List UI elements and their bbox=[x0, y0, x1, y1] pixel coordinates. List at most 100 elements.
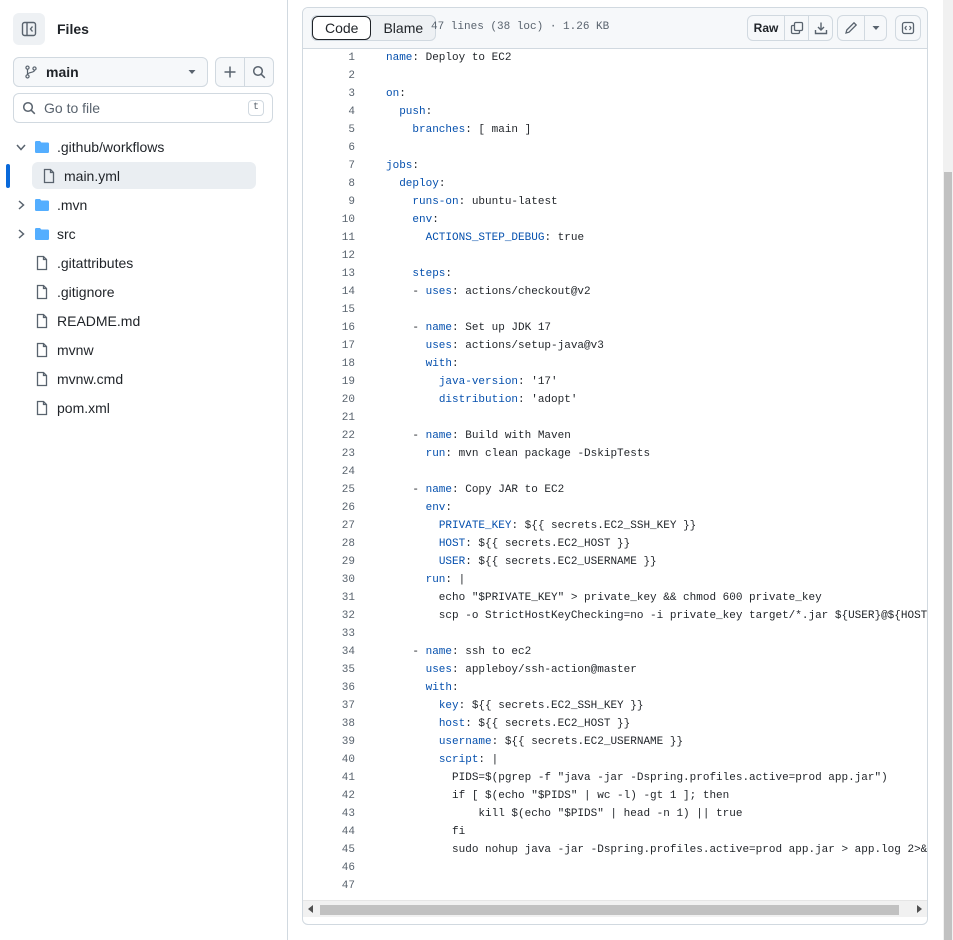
line-number[interactable]: 45 bbox=[303, 841, 355, 859]
collapse-sidebar-button[interactable] bbox=[13, 13, 45, 45]
tab-blame[interactable]: Blame bbox=[371, 16, 435, 40]
go-to-file-field[interactable]: t bbox=[13, 93, 273, 123]
line-number[interactable]: 22 bbox=[303, 427, 355, 445]
code-line: 3 on: bbox=[303, 85, 927, 103]
scroll-right-arrow-icon[interactable] bbox=[917, 905, 922, 913]
line-number[interactable]: 21 bbox=[303, 409, 355, 427]
scroll-left-arrow-icon[interactable] bbox=[308, 905, 313, 913]
line-number[interactable]: 23 bbox=[303, 445, 355, 463]
line-number[interactable]: 41 bbox=[303, 769, 355, 787]
code-line: 46 bbox=[303, 859, 927, 877]
branch-selector[interactable]: main bbox=[13, 57, 208, 87]
tree-item-label: src bbox=[57, 226, 76, 242]
line-number[interactable]: 1 bbox=[303, 49, 355, 67]
line-number[interactable]: 43 bbox=[303, 805, 355, 823]
line-number[interactable]: 39 bbox=[303, 733, 355, 751]
code-text: run: mvn clean package -DskipTests bbox=[425, 448, 651, 460]
file-toolbar: Code Blame 47 lines (38 loc) · 1.26 KB R… bbox=[303, 8, 927, 49]
line-number[interactable]: 7 bbox=[303, 157, 355, 175]
line-number[interactable]: 44 bbox=[303, 823, 355, 841]
chevron-right-icon[interactable] bbox=[15, 199, 27, 211]
line-number[interactable]: 47 bbox=[303, 877, 355, 895]
yaml-key: key bbox=[438, 700, 459, 712]
line-number[interactable]: 19 bbox=[303, 373, 355, 391]
line-number[interactable]: 13 bbox=[303, 265, 355, 283]
page-vertical-scrollbar[interactable] bbox=[943, 0, 953, 940]
tree-item-label: .gitignore bbox=[57, 284, 115, 300]
line-number[interactable]: 14 bbox=[303, 283, 355, 301]
tree-file-item[interactable]: main.yml bbox=[0, 162, 288, 191]
tree-file-item[interactable]: .gitignore bbox=[0, 278, 288, 307]
chevron-down-icon[interactable] bbox=[15, 141, 27, 153]
line-number[interactable]: 31 bbox=[303, 589, 355, 607]
raw-button[interactable]: Raw bbox=[748, 16, 784, 40]
go-to-file-input[interactable] bbox=[44, 100, 248, 116]
line-number[interactable]: 26 bbox=[303, 499, 355, 517]
line-number[interactable]: 38 bbox=[303, 715, 355, 733]
line-number[interactable]: 36 bbox=[303, 679, 355, 697]
code-line: 17 uses: actions/setup-java@v3 bbox=[303, 337, 927, 355]
tree-folder-item[interactable]: src bbox=[0, 220, 288, 249]
line-number[interactable]: 40 bbox=[303, 751, 355, 769]
line-number[interactable]: 17 bbox=[303, 337, 355, 355]
code-line: 15 bbox=[303, 301, 927, 319]
line-number[interactable]: 42 bbox=[303, 787, 355, 805]
horizontal-scrollbar[interactable] bbox=[303, 900, 927, 917]
tree-file-item[interactable]: .gitattributes bbox=[0, 249, 288, 278]
yaml-key: username bbox=[438, 736, 492, 748]
line-number[interactable]: 32 bbox=[303, 607, 355, 625]
line-number[interactable]: 28 bbox=[303, 535, 355, 553]
line-number[interactable]: 30 bbox=[303, 571, 355, 589]
code-line: 21 bbox=[303, 409, 927, 427]
chevron-right-icon[interactable] bbox=[15, 228, 27, 240]
tree-file-item[interactable]: README.md bbox=[0, 307, 288, 336]
line-number[interactable]: 46 bbox=[303, 859, 355, 877]
line-number[interactable]: 18 bbox=[303, 355, 355, 373]
search-icon bbox=[22, 101, 36, 115]
code-line: 10 env: bbox=[303, 211, 927, 229]
file-viewer: Code Blame 47 lines (38 loc) · 1.26 KB R… bbox=[302, 7, 928, 925]
tree-file-item[interactable]: mvnw.cmd bbox=[0, 365, 288, 394]
pencil-icon bbox=[845, 21, 858, 34]
line-number[interactable]: 5 bbox=[303, 121, 355, 139]
line-number[interactable]: 2 bbox=[303, 67, 355, 85]
page-scroll-thumb[interactable] bbox=[944, 172, 952, 940]
edit-options-button[interactable] bbox=[864, 16, 886, 40]
line-number[interactable]: 16 bbox=[303, 319, 355, 337]
line-number[interactable]: 37 bbox=[303, 697, 355, 715]
line-number[interactable]: 12 bbox=[303, 247, 355, 265]
line-number[interactable]: 29 bbox=[303, 553, 355, 571]
file-icon bbox=[34, 313, 50, 329]
tab-code[interactable]: Code bbox=[312, 16, 372, 40]
search-code-button[interactable] bbox=[244, 57, 274, 87]
code-text: fi bbox=[386, 826, 466, 838]
line-number[interactable]: 10 bbox=[303, 211, 355, 229]
line-number[interactable]: 34 bbox=[303, 643, 355, 661]
tree-file-item[interactable]: mvnw bbox=[0, 336, 288, 365]
line-number[interactable]: 25 bbox=[303, 481, 355, 499]
line-number[interactable]: 6 bbox=[303, 139, 355, 157]
code-text: uses: actions/setup-java@v3 bbox=[425, 340, 604, 352]
edit-file-button[interactable] bbox=[838, 16, 864, 40]
line-number[interactable]: 15 bbox=[303, 301, 355, 319]
tree-file-item[interactable]: pom.xml bbox=[0, 394, 288, 423]
tree-folder-item[interactable]: .mvn bbox=[0, 191, 288, 220]
line-number[interactable]: 27 bbox=[303, 517, 355, 535]
code-line: 23 run: mvn clean package -DskipTests bbox=[303, 445, 927, 463]
tree-folder-item[interactable]: .github/workflows bbox=[0, 133, 288, 162]
line-number[interactable]: 3 bbox=[303, 85, 355, 103]
line-number[interactable]: 9 bbox=[303, 193, 355, 211]
line-number[interactable]: 20 bbox=[303, 391, 355, 409]
line-number[interactable]: 35 bbox=[303, 661, 355, 679]
line-number[interactable]: 33 bbox=[303, 625, 355, 643]
symbols-panel-button[interactable] bbox=[896, 16, 920, 40]
line-number[interactable]: 4 bbox=[303, 103, 355, 121]
line-number[interactable]: 11 bbox=[303, 229, 355, 247]
add-file-button[interactable] bbox=[215, 57, 245, 87]
download-button[interactable] bbox=[808, 16, 832, 40]
yaml-key: name bbox=[425, 430, 453, 442]
copy-raw-button[interactable] bbox=[784, 16, 808, 40]
line-number[interactable]: 24 bbox=[303, 463, 355, 481]
horizontal-scroll-thumb[interactable] bbox=[320, 905, 899, 915]
line-number[interactable]: 8 bbox=[303, 175, 355, 193]
